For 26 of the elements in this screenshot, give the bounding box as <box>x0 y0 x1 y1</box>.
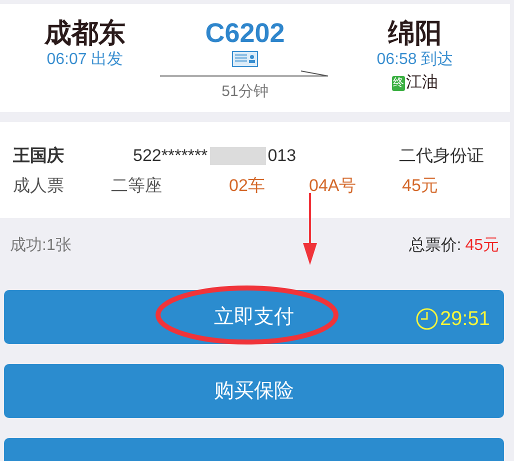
ticket-type: 成人票 <box>13 175 65 198</box>
success-count: 成功:1张 <box>10 236 72 256</box>
id-number-start: 522******* <box>133 145 208 168</box>
train-number: C6202 <box>205 17 285 50</box>
id-card-icon <box>232 51 258 67</box>
passenger-name: 王国庆 <box>13 145 65 168</box>
total-price-label: 总票价: <box>408 236 462 256</box>
departure-time: 06:07 出发 <box>46 50 124 70</box>
terminal-badge: 终 <box>392 76 405 90</box>
countdown-timer: 29:51 <box>416 304 490 334</box>
id-number-end: 013 <box>268 145 296 168</box>
redaction-blur <box>210 147 266 165</box>
clock-icon <box>416 308 438 330</box>
seat-class: 二等座 <box>111 175 163 198</box>
travel-duration: 51分钟 <box>222 82 268 102</box>
id-type: 二代身份证 <box>399 145 484 168</box>
action-button[interactable]: 购买保险 <box>4 364 504 418</box>
terminal-station: 江油 <box>406 72 438 93</box>
total-price: 45元 <box>465 236 499 256</box>
arrival-station: 绵阳 <box>388 17 442 50</box>
departure-station: 成都东 <box>44 17 126 50</box>
arrival-time: 06:58 到达 <box>376 50 454 70</box>
seat-number: 04A号 <box>309 175 358 198</box>
car-number: 02车 <box>229 175 266 198</box>
ticket-price: 45元 <box>402 175 438 198</box>
annotation-arrow <box>302 193 318 265</box>
